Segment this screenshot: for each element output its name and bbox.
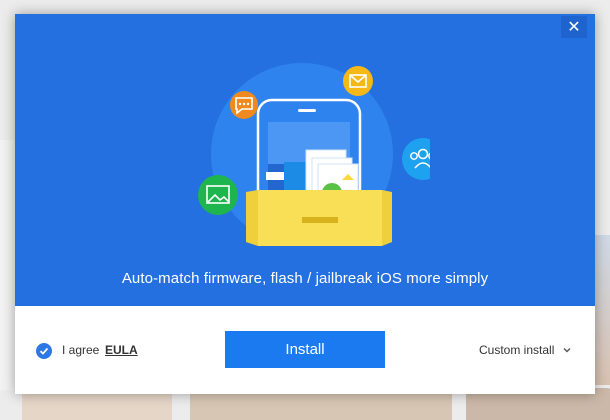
envelope-icon — [343, 66, 373, 96]
agree-checkbox[interactable] — [36, 343, 52, 359]
tagline-text: Auto-match firmware, flash / jailbreak i… — [121, 270, 489, 287]
drawer-icon — [246, 190, 392, 246]
installer-window: ✕ Auto-match firmware, flash / jailbreak… — [15, 14, 595, 394]
hero-illustration — [198, 63, 430, 246]
chevron-down-icon — [563, 348, 571, 353]
agree-label: I agree — [62, 343, 100, 357]
close-icon: ✕ — [567, 19, 581, 36]
eula-link[interactable]: EULA — [105, 343, 138, 357]
custom-install-dropdown[interactable]: Custom install — [479, 343, 572, 357]
hero-banner: ✕ Auto-match firmware, flash / jailbreak… — [15, 14, 595, 306]
footer-bar: I agree EULA Install Custom install — [15, 306, 595, 394]
check-icon — [39, 347, 49, 355]
users-group-icon — [402, 138, 430, 180]
chat-bubble-icon — [230, 91, 258, 119]
picture-icon — [198, 175, 238, 215]
custom-install-label: Custom install — [479, 343, 555, 357]
install-button[interactable]: Install — [225, 331, 385, 368]
close-button[interactable]: ✕ — [561, 16, 587, 38]
background-sidebar — [0, 140, 16, 390]
